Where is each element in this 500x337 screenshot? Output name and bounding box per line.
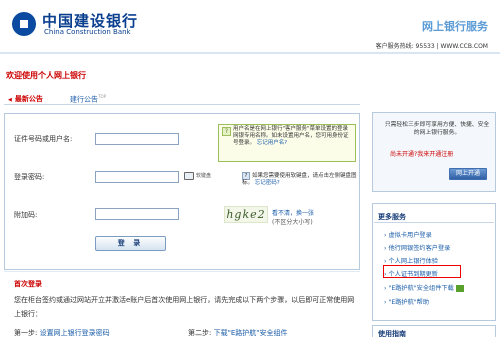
tab-divider (4, 104, 360, 105)
step-1: 第一步: 设置网上银行登录密码 (14, 328, 110, 337)
download-icon (455, 284, 464, 292)
more-services-title: 更多服务 (378, 213, 406, 221)
captcha-image: hgke2 (224, 206, 268, 223)
keyboard-tip: ? 如果您需要使用软键盘，请点击左侧键盘图标。 忘记密码? (242, 172, 358, 187)
step-2-prefix: 第二步: (188, 329, 214, 337)
more-services-divider (374, 222, 494, 223)
soft-keyboard-label[interactable]: 软键盘 (196, 172, 211, 179)
highlight-box (383, 265, 461, 278)
tab-bank-announcement[interactable]: 建行公告TOP (70, 94, 106, 104)
register-link[interactable]: 我来开通注册 (417, 151, 453, 158)
open-online-button[interactable]: 网上开通 (449, 168, 487, 180)
user-guide-title: 使用指南 (378, 330, 406, 337)
panel-divider (4, 271, 360, 272)
username-tip-text: 用户名是在网上银行"客户服务"菜单设置的登录网银专用名称。如未设置用户名，您可用… (233, 126, 349, 146)
forgot-username-link[interactable]: 忘记用户名? (257, 140, 287, 146)
bank-name-en: China Construction Bank (44, 28, 131, 36)
welcome-heading: 欢迎使用个人网上银行 (6, 71, 86, 80)
verification-code-label: 附加码: (14, 211, 38, 219)
promo-question: 尚未开通?我来开通注册 (390, 149, 453, 158)
promo-question-text: 尚未开通? (390, 151, 418, 158)
step-1-prefix: 第一步: (14, 329, 40, 337)
password-label: 登录密码: (14, 173, 45, 181)
service-link-security-help[interactable]: "E路护航"帮助 (384, 297, 429, 306)
captcha-refresh-link[interactable]: 看不清，换一张 (272, 208, 314, 217)
header-divider (0, 52, 500, 54)
username-input[interactable] (95, 133, 179, 145)
tab-bank-label: 建行公告 (70, 95, 98, 104)
service-link-experience[interactable]: 个人网上银行体验 (384, 256, 438, 265)
tab-latest-announcement[interactable]: 最新公告 (8, 94, 43, 104)
first-login-desc: 您在柜台签约或通过网站开立并激活e账户后首次使用网上银行，请先完成以下两个步骤，… (14, 296, 355, 318)
login-button[interactable]: 登 录 (95, 236, 166, 251)
verification-code-input[interactable] (95, 208, 179, 220)
forgot-password-link[interactable]: 忘记密码? (255, 180, 280, 186)
service-link-other-bank[interactable]: 他行网银签约客户登录 (384, 243, 450, 252)
ccb-logo (12, 12, 36, 36)
set-password-link[interactable]: 设置网上银行登录密码 (40, 329, 110, 337)
question-icon: ? (222, 127, 231, 136)
service-title: 网上银行服务 (422, 20, 488, 33)
service-link-security-download[interactable]: "E路护航"安全组件下载 (384, 283, 464, 292)
username-tip: ? 用户名是在网上银行"客户服务"菜单设置的登录网银专用名称。如未设置用户名，您… (218, 124, 356, 162)
question-icon: ? (242, 172, 250, 180)
download-security-link[interactable]: 下载"E路护航"安全组件 (214, 329, 288, 337)
password-input[interactable] (95, 171, 179, 183)
service-link-virtual-card[interactable]: 虚拟卡用户登录 (384, 230, 431, 239)
tab-bank-sup: TOP (98, 94, 107, 99)
captcha-case-note: (不区分大小写) (272, 219, 313, 226)
first-login-title: 首次登录 (14, 280, 42, 288)
username-label: 证件号码或用户名: (14, 135, 73, 143)
hotline-text: 客户服务热线: 95533 | WWW.CCB.COM (375, 43, 488, 50)
promo-text: 只需轻松三步即可享用方便、快捷、安全的网上银行服务。 (384, 122, 490, 136)
service-link-security-download-label: "E路护航"安全组件下载 (388, 285, 454, 292)
step-2: 第二步: 下载"E路护航"安全组件 (188, 328, 287, 337)
keyboard-icon[interactable] (184, 172, 194, 180)
